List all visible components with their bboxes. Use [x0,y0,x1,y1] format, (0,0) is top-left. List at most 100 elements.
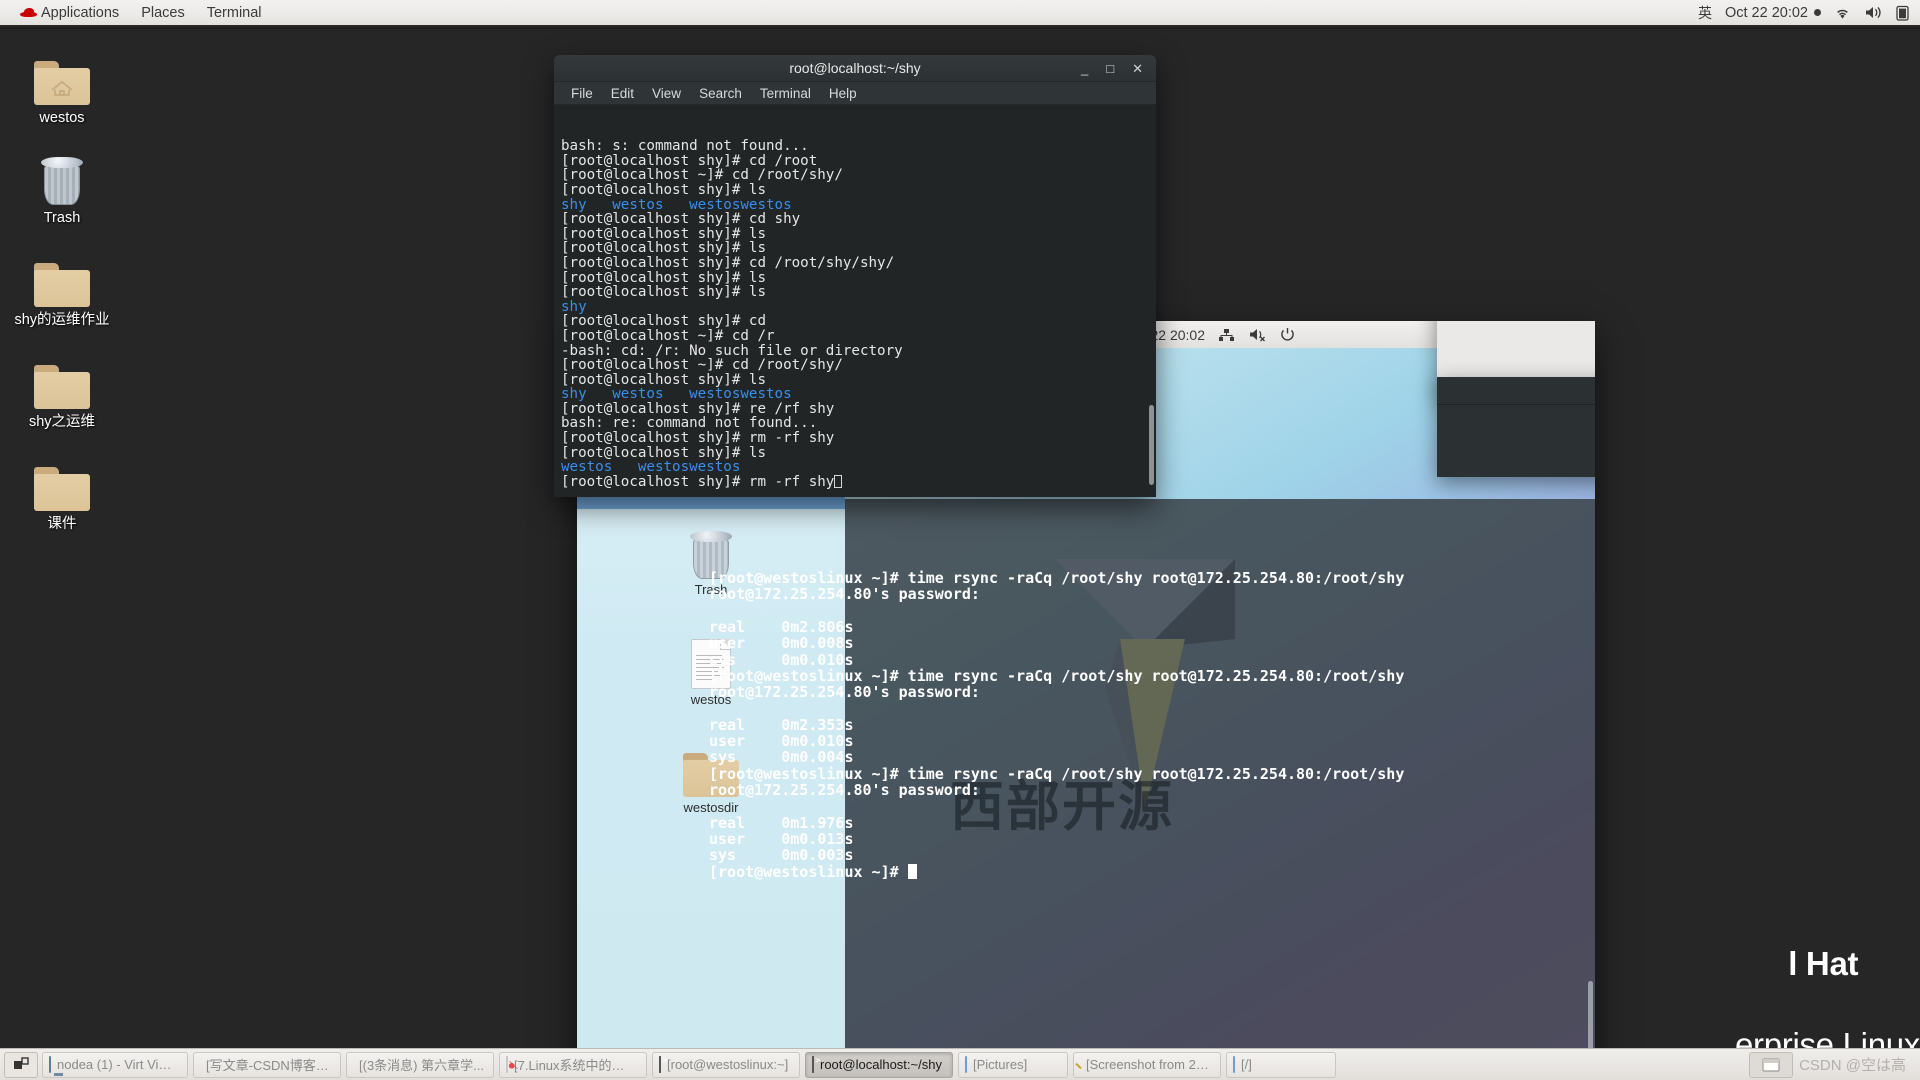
terminal-text: [root@localhost shy]# cd /root [561,152,818,169]
taskbar-button[interactable]: [7.Linux系统中的文件... [499,1051,647,1078]
terminal-line: [root@localhost shy]# ls [561,183,1149,198]
terminal-line: [root@localhost ~]# cd /root/shy/ [561,358,1149,373]
close-icon[interactable]: ✕ [1132,62,1143,75]
recording-indicator-icon [1814,9,1821,16]
taskbar-button-label: [Screenshot from 20... [1086,1057,1211,1072]
guest-terminal-line: user 0m0.010s [709,732,854,751]
show-desktop-icon[interactable] [4,1051,38,1078]
input-method-indicator[interactable]: 英 [1698,3,1712,23]
menu-edit[interactable]: Edit [602,84,643,103]
terminal-line: [root@localhost shy]# ls [561,226,1149,242]
guest-terminal-line: user 0m0.008s [709,634,854,653]
terminal-line: [root@localhost shy]# re /rf shy [561,402,1149,417]
taskbar-button[interactable]: [写文章-CSDN博客 - ... [193,1051,341,1078]
clock-label: Oct 22 20:02 [1724,4,1808,21]
guest-terminal-line: sys 0m0.003s [709,846,854,865]
desktop-icon-label: shy之运维 [28,414,96,430]
virt-viewer-icon [49,1056,51,1073]
window-glyph-icon [1762,1058,1780,1071]
power-icon[interactable] [1280,327,1295,342]
terminal-text: [root@localhost shy]# cd [561,313,766,330]
terminal-line: [root@localhost shy]# rm -rf shy [561,431,1149,446]
desktop-icon-shy-ops[interactable]: shy之运维 [0,347,124,431]
window-tray-icon[interactable] [1749,1051,1794,1078]
terminal-text: [root@localhost shy]# ls [561,269,766,286]
taskbar-button-label: [root@westoslinux:~] [667,1057,789,1072]
desktop-icon-label: 课件 [47,516,77,532]
file-manager-icon [1233,1056,1235,1073]
places-menu[interactable]: Places [130,3,196,23]
applications-menu[interactable]: Applications [8,3,130,23]
taskbar-button[interactable]: nodea (1) - Virt Viewer [42,1051,188,1078]
desktop-icon-courseware[interactable]: 课件 [0,449,124,533]
applications-menu-label: Applications [41,4,120,21]
terminal-text: [root@localhost shy]# ls [561,444,766,461]
terminal-text: [root@localhost shy]# rm -rf shy [561,473,835,490]
directory-listing-text: westos westoswestos [561,459,741,476]
trash-icon [0,143,124,205]
menu-help[interactable]: Help [820,84,866,103]
terminal-line: [root@localhost shy]# ls [561,241,1149,256]
terminal-titlebar[interactable]: root@localhost:~/shy _ □ ✕ [554,55,1156,82]
terminal-line: [root@localhost shy]# cd shy [561,212,1149,227]
guest-terminal-line: real 0m2.806s [709,618,854,637]
guest-terminal-line [709,798,1595,814]
pdf-icon [506,1056,508,1073]
desktop-icon-label: Trash [43,210,81,226]
battery-icon[interactable] [1896,5,1909,21]
terminal-line: shy westos westoswestos [561,197,1149,213]
volume-muted-icon[interactable] [1248,327,1267,342]
guest-terminal-line: sys 0m0.010s [709,650,854,669]
folder-icon [0,449,124,511]
taskbar-button[interactable]: [Pictures] [958,1051,1068,1078]
file-manager-icon [965,1056,967,1073]
guest-terminal-line: [root@westoslinux ~]# time rsync -raCq /… [709,764,1405,783]
guest-terminal-line [709,701,1595,717]
desktop-icon-westos[interactable]: westos [0,43,124,127]
maximize-icon[interactable]: □ [1106,62,1114,75]
taskbar-button[interactable]: [/] [1226,1051,1336,1078]
terminal-scrollback: bash: s: command not found... [root@local… [561,139,1149,489]
guest-terminal-line: sys 0m0.004s [709,748,854,767]
terminal-text: [root@localhost shy]# re /rf shy [561,400,835,417]
minimize-icon[interactable]: _ [1081,62,1088,75]
window-controls[interactable]: _ □ ✕ [1081,62,1156,75]
taskbar-button-label: [写文章-CSDN博客 - ... [206,1058,331,1073]
terminal-line: bash: s: command not found... [561,139,1149,154]
terminal-window-localhost[interactable]: root@localhost:~/shy _ □ ✕ File Edit Vie… [554,55,1156,497]
desktop-icon-shy-homework[interactable]: shy的运维作业 [0,245,124,329]
taskbar-button[interactable]: root@localhost:~/shy [805,1051,953,1078]
terminal-line: [root@localhost shy]# ls [561,371,1149,388]
network-icon[interactable] [1218,328,1235,342]
terminal-text: [root@localhost shy]# ls [561,240,766,257]
menu-terminal[interactable]: Terminal [751,84,820,103]
terminal-window-title: root@localhost:~/shy [789,60,921,76]
taskbar-button-label: [Pictures] [973,1057,1028,1072]
terminal-text: -bash: cd: /r: No such file or directory [561,342,903,359]
taskbar-button-label: root@localhost:~/shy [820,1057,942,1072]
terminal-line: [root@localhost ~]# cd /root/shy/ [561,168,1149,183]
terminal-output-area[interactable]: bash: s: command not found... [root@local… [554,105,1156,497]
terminal-menu[interactable]: Terminal [196,3,273,23]
clock[interactable]: Oct 22 20:02 [1725,5,1821,21]
menu-file[interactable]: File [562,84,602,103]
terminal-line: westos westoswestos [561,460,1149,475]
terminal-text: [root@localhost shy]# ls [561,371,766,388]
terminal-icon [812,1056,814,1073]
guest-terminal-line: [root@westoslinux ~]# [709,863,1595,880]
taskbar-button[interactable]: [Screenshot from 20... [1073,1051,1221,1078]
taskbar-button[interactable]: [root@westoslinux:~] [652,1051,800,1078]
guest-window-lower-right[interactable]: _ □ ✕ [1437,377,1595,477]
volume-icon[interactable] [1864,5,1883,20]
terminal-line: -bash: cd: /r: No such file or directory [561,342,1149,359]
terminal-scrollbar[interactable] [1149,405,1154,485]
guest-terminal-line: real 0m1.976s [709,813,854,832]
desktop-icon-trash[interactable]: Trash [0,143,124,227]
wifi-icon[interactable] [1834,6,1851,20]
taskbar-button[interactable]: [(3条消息) 第六章学... [346,1051,494,1078]
menu-view[interactable]: View [643,84,690,103]
terminal-menubar[interactable]: File Edit View Search Terminal Help [554,82,1156,105]
top-bar-status-area[interactable]: 英 Oct 22 20:02 [1698,3,1920,23]
terminal-text: [root@localhost shy]# ls [561,181,766,198]
menu-search[interactable]: Search [690,84,751,103]
